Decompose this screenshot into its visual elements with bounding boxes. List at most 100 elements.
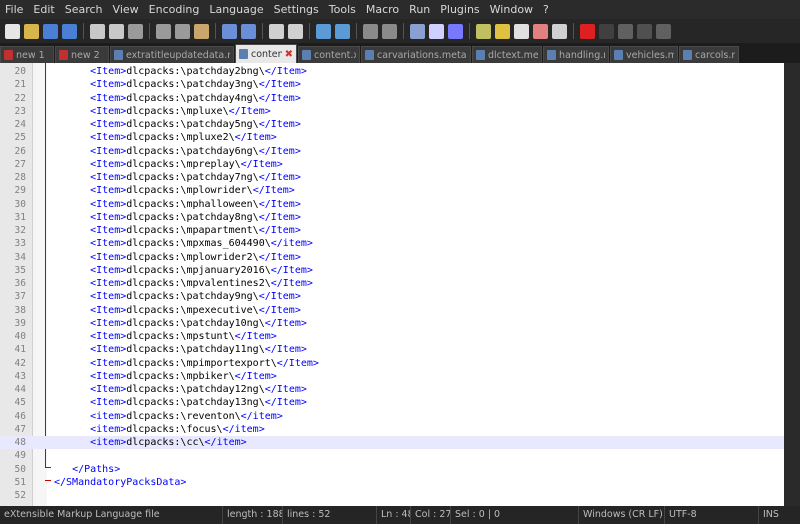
save-macro-icon[interactable] <box>656 23 671 39</box>
xml-text: dlcpacks:\mpimportexport\ <box>126 357 277 369</box>
code-line[interactable]: 26 <Item>dlcpacks:\patchday6ng\</Item> <box>0 145 784 158</box>
sync-horizontal-icon[interactable] <box>382 23 397 39</box>
play-macro-icon[interactable] <box>618 23 633 39</box>
udl-icon[interactable] <box>476 23 491 39</box>
menu-search[interactable]: Search <box>60 3 108 16</box>
current-line[interactable]: 48 <item>dlcpacks:\cc\</item> <box>0 436 784 450</box>
code-line[interactable]: 34 <Item>dlcpacks:\mplowrider2\</Item> <box>0 251 784 264</box>
show-all-chars-icon[interactable] <box>429 23 444 39</box>
line-number: 35 <box>14 264 26 276</box>
code-line[interactable]: 31 <Item>dlcpacks:\patchday8ng\</Item> <box>0 211 784 224</box>
tab-5[interactable]: content.xml <box>298 46 360 63</box>
code-line[interactable]: 24 <Item>dlcpacks:\patchday5ng\</Item> <box>0 118 784 131</box>
stop-macro-icon[interactable] <box>599 23 614 39</box>
code-line[interactable]: 22 <Item>dlcpacks:\patchday4ng\</Item> <box>0 92 784 105</box>
menu-file[interactable]: File <box>0 3 28 16</box>
doc-map-icon[interactable] <box>495 23 510 39</box>
tab-7[interactable]: dlctext.meta <box>472 46 542 63</box>
menu-window[interactable]: Window <box>485 3 538 16</box>
code-line[interactable]: 44 <Item>dlcpacks:\patchday12ng\</Item> <box>0 383 784 396</box>
code-line[interactable]: 50 </Paths> <box>0 463 784 476</box>
tab-4[interactable]: content.xml✖ <box>235 44 297 63</box>
code-line[interactable]: 47 <item>dlcpacks:\focus\</item> <box>0 423 784 436</box>
zoom-out-icon[interactable] <box>335 23 350 39</box>
code-line[interactable]: 21 <Item>dlcpacks:\patchday3ng\</Item> <box>0 78 784 91</box>
code-line[interactable]: 25 <Item>dlcpacks:\mpluxe2\</Item> <box>0 131 784 144</box>
menu-encoding[interactable]: Encoding <box>144 3 205 16</box>
close-all-icon[interactable] <box>109 23 124 39</box>
zoom-in-icon[interactable] <box>316 23 331 39</box>
function-list-icon[interactable] <box>514 23 529 39</box>
menu-plugins[interactable]: Plugins <box>435 3 484 16</box>
menu-macro[interactable]: Macro <box>361 3 404 16</box>
tab-8[interactable]: handling.meta <box>543 46 609 63</box>
code-line[interactable]: 41 <Item>dlcpacks:\patchday11ng\</Item> <box>0 343 784 356</box>
close-icon[interactable] <box>90 23 105 39</box>
code-line[interactable]: 38 <Item>dlcpacks:\mpexecutive\</Item> <box>0 304 784 317</box>
undo-icon[interactable] <box>222 23 237 39</box>
code-line[interactable]: 23 <Item>dlcpacks:\mpluxe\</Item> <box>0 105 784 118</box>
xml-text: dlcpacks:\patchday5ng\ <box>126 119 259 130</box>
editor-pane[interactable]: 20 <Item>dlcpacks:\patchday2bng\</Item> 2… <box>0 63 784 506</box>
tab-9[interactable]: vehicles.meta <box>610 46 678 63</box>
new-file-icon[interactable] <box>5 23 20 39</box>
code-line[interactable]: 27 <Item>dlcpacks:\mpreplay\</Item> <box>0 158 784 171</box>
print-icon[interactable] <box>128 23 143 39</box>
tab-2[interactable]: new 2 <box>55 46 109 63</box>
code-line[interactable]: 28 <Item>dlcpacks:\patchday7ng\</Item> <box>0 171 784 184</box>
status-encoding[interactable]: UTF-8 <box>664 506 758 524</box>
menu-settings[interactable]: Settings <box>269 3 324 16</box>
cut-icon[interactable] <box>156 23 171 39</box>
status-eol[interactable]: Windows (CR LF) <box>578 506 664 524</box>
tab-6[interactable]: carvariations.meta <box>361 46 471 63</box>
code-line[interactable]: 42 <Item>dlcpacks:\mpimportexport\</Item… <box>0 357 784 370</box>
code-line[interactable]: 39 <Item>dlcpacks:\patchday10ng\</Item> <box>0 317 784 330</box>
code-line[interactable]: 43 <Item>dlcpacks:\mpbiker\</Item> <box>0 370 784 383</box>
menu-edit[interactable]: Edit <box>28 3 59 16</box>
code-line[interactable]: 33 <Item>dlcpacks:\mpxmas_604490\</item> <box>0 237 784 250</box>
xml-text: dlcpacks:\patchday11ng\ <box>126 344 265 356</box>
code-line[interactable]: 35 <Item>dlcpacks:\mpjanuary2016\</Item> <box>0 264 784 277</box>
menu-view[interactable]: View <box>108 3 144 16</box>
status-insert-mode[interactable]: INS <box>758 506 800 524</box>
code-line[interactable]: 49 <box>0 449 784 462</box>
save-icon[interactable] <box>43 23 58 39</box>
menu-language[interactable]: Language <box>204 3 268 16</box>
replace-icon[interactable] <box>288 23 303 39</box>
run-macro-multiple-icon[interactable] <box>637 23 652 39</box>
sync-vertical-icon[interactable] <box>363 23 378 39</box>
paste-icon[interactable] <box>194 23 209 39</box>
code-line[interactable]: 29 <Item>dlcpacks:\mplowrider\</Item> <box>0 184 784 197</box>
folder-workspace-icon[interactable] <box>533 23 548 39</box>
indent-guide-icon[interactable] <box>448 23 463 39</box>
monitoring-icon[interactable] <box>552 23 567 39</box>
code-line[interactable]: 40 <Item>dlcpacks:\mpstunt\</Item> <box>0 330 784 343</box>
save-all-icon[interactable] <box>62 23 77 39</box>
menu-tools[interactable]: Tools <box>324 3 361 16</box>
code-line[interactable]: 45 <Item>dlcpacks:\patchday13ng\</Item> <box>0 396 784 409</box>
tab-1[interactable]: new 1 <box>0 46 54 63</box>
code-line[interactable]: 32 <Item>dlcpacks:\mpapartment\</Item> <box>0 224 784 237</box>
vertical-scrollbar[interactable] <box>784 63 800 506</box>
code-line[interactable]: 36 <Item>dlcpacks:\mpvalentines2\</Item> <box>0 277 784 290</box>
copy-icon[interactable] <box>175 23 190 39</box>
tab-10[interactable]: carcols.meta <box>679 46 739 63</box>
code-line[interactable]: 46 <item>dlcpacks:\reventon\</item> <box>0 410 784 423</box>
record-macro-icon[interactable] <box>580 23 595 39</box>
code-line[interactable]: 20 <Item>dlcpacks:\patchday2bng\</Item> <box>0 65 784 78</box>
code-line[interactable]: 37 <Item>dlcpacks:\patchday9ng\</Item> <box>0 290 784 303</box>
find-icon[interactable] <box>269 23 284 39</box>
xml-close-tag: </Item> <box>234 331 277 342</box>
close-tab-icon[interactable]: ✖ <box>285 49 293 60</box>
code-line[interactable]: 51 </SMandatoryPacksData> <box>0 476 784 489</box>
code-line[interactable]: 52 <box>0 489 784 502</box>
open-file-icon[interactable] <box>24 23 39 39</box>
menu-help[interactable]: ? <box>538 3 554 16</box>
code-line[interactable]: 30 <Item>dlcpacks:\mphalloween\</Item> <box>0 198 784 211</box>
word-wrap-icon[interactable] <box>410 23 425 39</box>
tab-3[interactable]: extratitleupdatedata.meta <box>110 46 234 63</box>
menu-run[interactable]: Run <box>404 3 435 16</box>
code-lines[interactable]: 20 <Item>dlcpacks:\patchday2bng\</Item> 2… <box>0 65 784 502</box>
redo-icon[interactable] <box>241 23 256 39</box>
